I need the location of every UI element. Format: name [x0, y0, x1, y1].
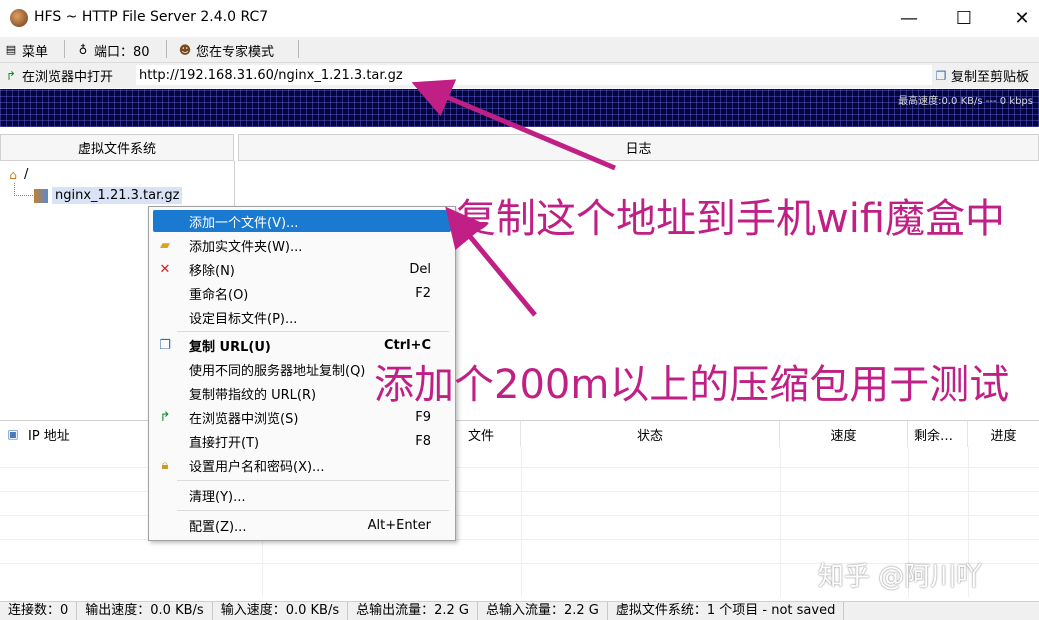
annotation-add-package: 添加个200m以上的压缩包用于测试 [374, 362, 1010, 408]
annotation-copy-address: 复制这个地址到手机wifi魔盒中 [456, 196, 1006, 242]
annotation-arrows [411, 79, 616, 317]
arrow-to-url [411, 79, 616, 171]
